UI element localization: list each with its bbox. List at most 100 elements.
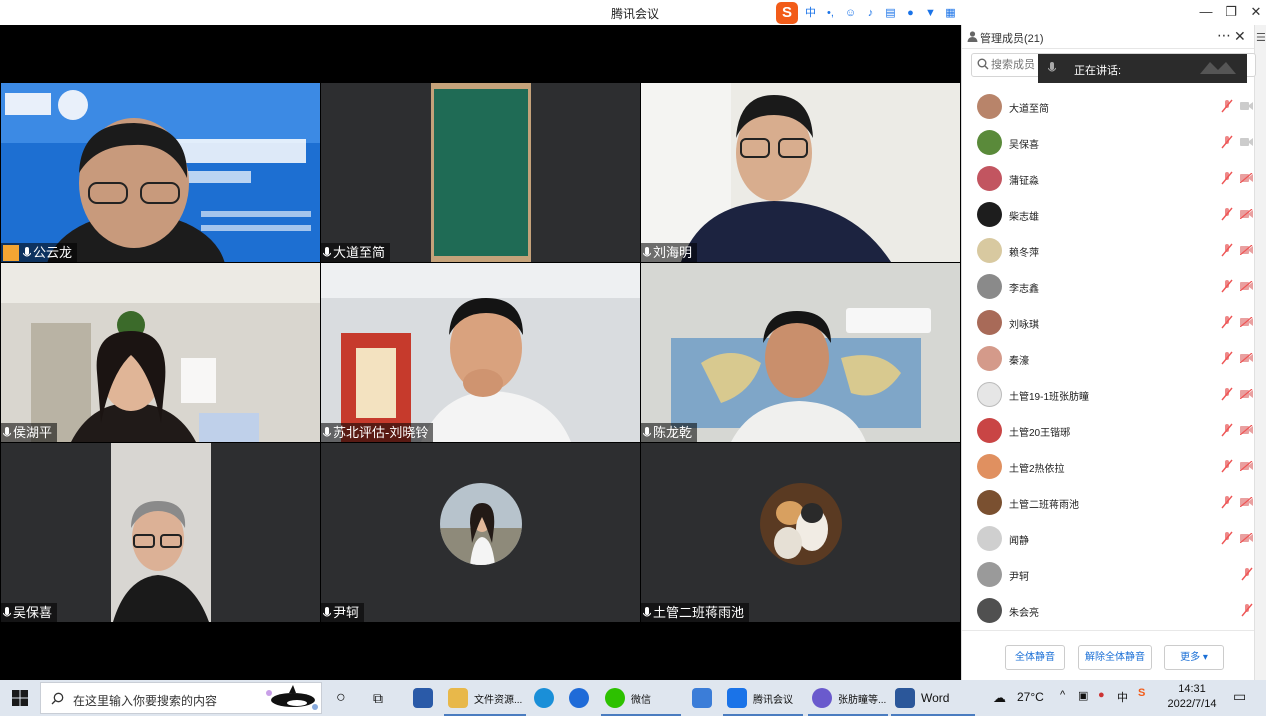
ime-chinese-icon[interactable]: 中 [803,6,818,21]
member-row[interactable]: 大道至简 [962,89,1254,125]
ime-keyboard-icon[interactable]: ▤ [883,6,898,21]
close-panel-icon[interactable]: ✕ [1234,28,1246,45]
video-tile[interactable]: 吴保喜 [1,443,320,622]
ime-user-icon[interactable]: ● [903,6,918,21]
camera-off-icon[interactable] [1240,533,1253,543]
tray-chevron-icon[interactable]: ^ [1060,689,1065,707]
windows-start-icon[interactable] [12,690,28,706]
camera-off-icon[interactable] [1240,317,1253,327]
taskbar-app-wechat[interactable]: 微信 [605,680,651,716]
ime-punctuation-icon[interactable]: •, [823,6,838,21]
taskbar-app-icon[interactable] [569,680,595,716]
camera-off-icon[interactable] [1240,389,1253,399]
taskbar-search-placeholder: 在这里输入你要搜索的内容 [73,694,218,708]
ime-emoji-icon[interactable]: ☺ [843,6,858,21]
tray-network-icon[interactable]: ▣ [1078,689,1088,707]
weather-icon: ☁ [993,690,1006,705]
cortana-icon[interactable]: ○ [336,680,352,716]
restore-button[interactable]: ❐ [1223,4,1239,20]
ime-grid-icon[interactable]: ▦ [943,6,958,21]
ime-skin-icon[interactable]: ▼ [923,6,938,21]
mic-muted-icon[interactable] [1221,459,1233,473]
mic-muted-icon[interactable] [1221,135,1233,149]
camera-off-icon[interactable] [1240,497,1253,507]
member-row[interactable]: 秦濠 [962,341,1254,377]
tray-sogou-icon[interactable]: S [1138,687,1145,707]
member-row[interactable]: 闻静 [962,521,1254,557]
member-row[interactable]: 土管20王锴琊 [962,413,1254,449]
member-name: 土管19-1班张肪瞳 [1009,392,1090,403]
member-row[interactable]: 李志鑫 [962,269,1254,305]
participant-name-label: 公云龙 [1,243,78,262]
camera-off-icon[interactable] [1240,353,1253,363]
sogou-logo-icon[interactable]: S [776,2,798,24]
mic-muted-icon[interactable] [1221,279,1233,293]
video-tile[interactable]: 侯湖平 [1,263,320,442]
mic-muted-icon[interactable] [1241,603,1253,617]
notification-icon[interactable]: ▭ [1233,688,1246,708]
taskbar-search-box[interactable]: 在这里输入你要搜索的内容 [40,682,322,714]
clock-time[interactable]: 14:31 [1165,683,1219,697]
more-options-icon[interactable]: ⋯ [1217,27,1231,44]
member-row[interactable]: 尹轲 [962,557,1254,593]
members-panel-title: 管理成员(21) [980,33,1044,45]
member-row[interactable]: 蒲钲淼 [962,161,1254,197]
member-row[interactable]: 吴保喜 [962,125,1254,161]
taskbar-app-file-explorer[interactable]: 文件资源... [448,680,522,716]
task-view-icon[interactable]: ⧉ [373,680,391,716]
close-window-button[interactable]: ✕ [1248,4,1264,20]
taskbar-mail-icon[interactable] [692,680,718,716]
mic-muted-icon[interactable] [1221,531,1233,545]
video-tile[interactable]: 公云龙 [1,83,320,262]
mute-all-button[interactable]: 全体静音 [1005,645,1065,670]
mic-muted-icon[interactable] [1221,171,1233,185]
video-tile[interactable]: 尹轲 [321,443,640,622]
taskbar-app-tencent-meeting[interactable]: 腾讯会议 [727,680,793,716]
video-tile[interactable]: 刘海明 [641,83,960,262]
mic-muted-icon[interactable] [1221,387,1233,401]
member-avatar [977,166,1002,191]
taskbar-app-word[interactable]: Word [895,680,949,716]
more-button[interactable]: 更多 ▾ [1164,645,1224,670]
taskbar-app-chat[interactable]: 张肪瞳等... [812,680,886,716]
clock-date[interactable]: 2022/7/14 [1165,698,1219,712]
camera-icon[interactable] [1240,101,1253,111]
taskbar-store-icon[interactable] [413,680,439,716]
minimize-button[interactable]: — [1198,4,1214,20]
ime-voice-icon[interactable]: ♪ [863,6,878,21]
mic-muted-icon[interactable] [1241,567,1253,581]
mic-muted-icon[interactable] [1221,99,1233,113]
tray-app-icon[interactable]: ● [1098,689,1105,707]
ime-toolbar[interactable]: S 中 •, ☺ ♪ ▤ ● ▼ ▦ [776,2,958,24]
mic-muted-icon[interactable] [1221,495,1233,509]
camera-icon[interactable] [1240,137,1253,147]
menu-icon[interactable]: ☰ [1256,31,1266,44]
member-row[interactable]: 土管19-1班张肪瞳 [962,377,1254,413]
video-tile[interactable]: 苏北评估-刘晓铃 [321,263,640,442]
member-name: 闻静 [1009,536,1029,547]
video-tile[interactable]: 土管二班蒋雨池 [641,443,960,622]
mic-muted-icon[interactable] [1221,207,1233,221]
tray-ime-lang[interactable]: 中 [1117,689,1128,707]
member-row[interactable]: 柴志雄 [962,197,1254,233]
member-row[interactable]: 朱会亮 [962,593,1254,629]
camera-off-icon[interactable] [1240,461,1253,471]
member-row[interactable]: 刘咏琪 [962,305,1254,341]
member-row[interactable]: 土管2热依拉 [962,449,1254,485]
video-tile[interactable]: 大道至简 [321,83,640,262]
unmute-all-button[interactable]: 解除全体静音 [1078,645,1152,670]
mic-muted-icon[interactable] [1221,243,1233,257]
camera-off-icon[interactable] [1240,209,1253,219]
mic-muted-icon[interactable] [1221,315,1233,329]
camera-off-icon[interactable] [1240,425,1253,435]
member-row[interactable]: 土管二班蒋雨池 [962,485,1254,521]
camera-off-icon[interactable] [1240,173,1253,183]
mic-muted-icon[interactable] [1221,423,1233,437]
camera-off-icon[interactable] [1240,245,1253,255]
participant-avatar [760,483,842,565]
video-tile[interactable]: 陈龙乾 [641,263,960,442]
taskbar-edge-icon[interactable] [534,680,560,716]
mic-muted-icon[interactable] [1221,351,1233,365]
member-row[interactable]: 赖冬萍 [962,233,1254,269]
camera-off-icon[interactable] [1240,281,1253,291]
